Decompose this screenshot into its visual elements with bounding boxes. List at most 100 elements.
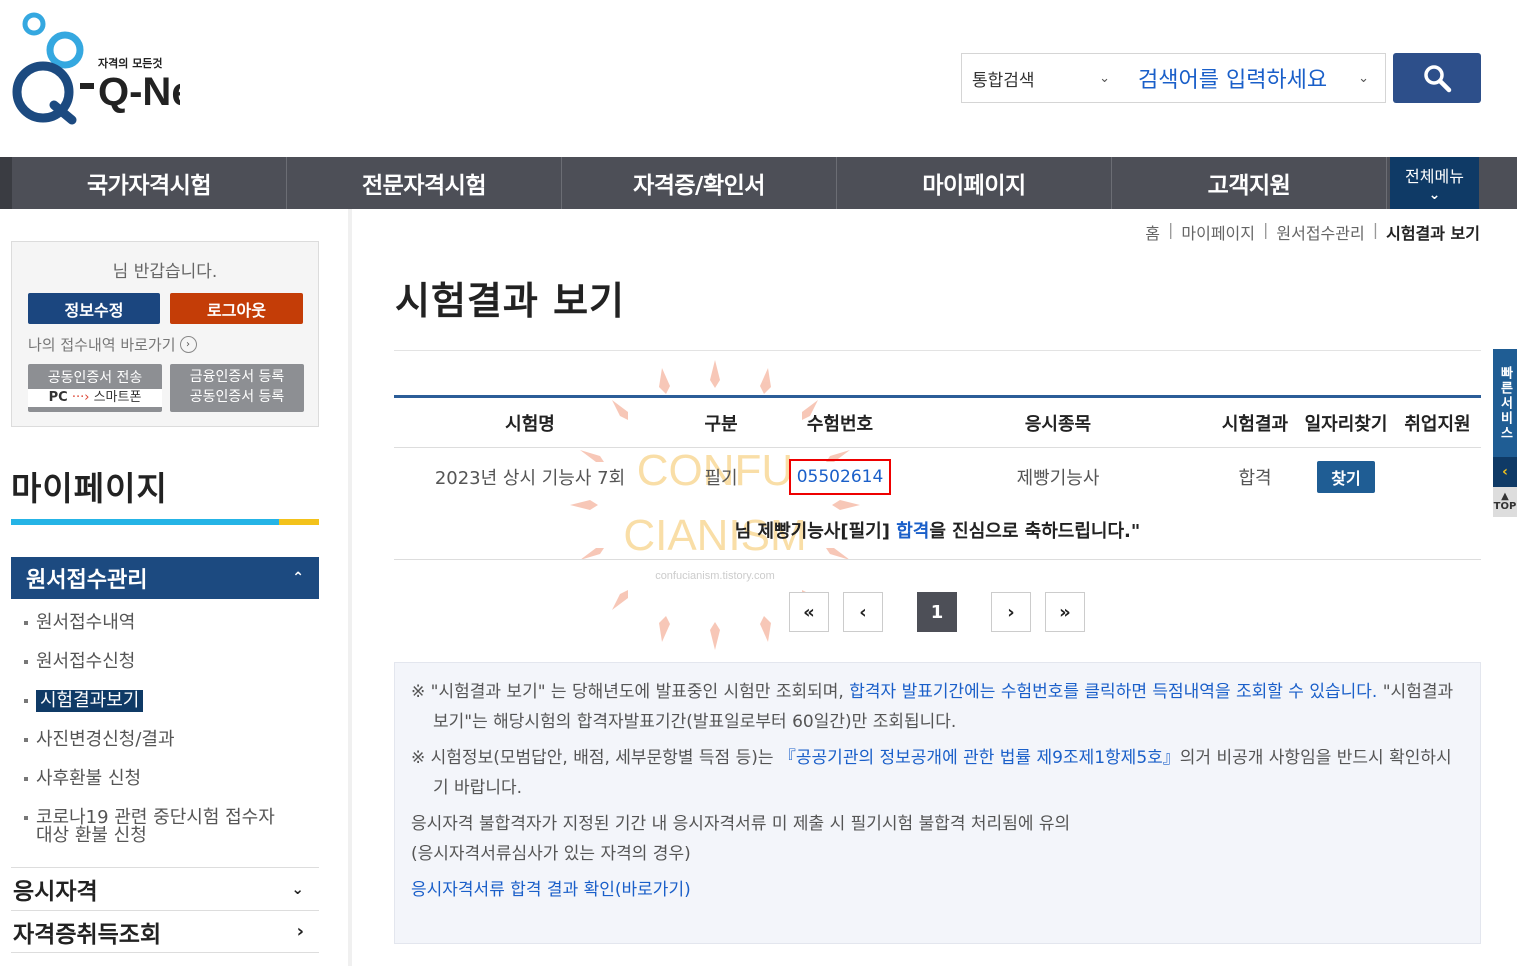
fin-cert-label: 금융인증서 등록 — [189, 369, 285, 386]
lnb-sub-exam-result[interactable]: 시험결과보기 — [24, 690, 144, 712]
pager-prev[interactable]: ‹ — [843, 592, 883, 632]
th-job-search: 일자리찾기 — [1304, 414, 1388, 435]
notice-1a: ※ "시험결과 보기" 는 당해년도에 발표중인 시험만 조회되며, — [411, 682, 850, 702]
gnb-certificate[interactable]: 자격증/확인서 — [562, 157, 837, 209]
svg-text:confucianism.tistory.com: confucianism.tistory.com — [655, 570, 775, 582]
lnb-sub-label: 원서접수신청 — [36, 651, 136, 672]
td-subject: 제빵기능사 — [1016, 467, 1100, 489]
content-divider — [348, 209, 352, 966]
lnb-sub-label: 원서접수내역 — [36, 612, 136, 633]
bullet-icon — [24, 816, 28, 820]
lnb-sub-apply-request[interactable]: 원서접수신청 — [24, 653, 135, 671]
breadcrumb-current: 시험결과 보기 — [1386, 224, 1480, 243]
lnb-sub-label: 시험결과보기 — [36, 690, 144, 712]
lnb-sub-photo-change[interactable]: 사진변경신청/결과 — [24, 731, 175, 749]
all-menu-button[interactable]: 전체메뉴 ⌄ — [1390, 157, 1479, 209]
td-job-search-cell: 찾기 — [1298, 448, 1394, 505]
pc-to-phone-row: PC ···› 스마트폰 — [28, 388, 162, 407]
lnb-sub-refund[interactable]: 사후환불 신청 — [24, 770, 141, 788]
th-exam-name: 시험명 — [505, 414, 555, 435]
lnb-sub-label: 사진변경신청/결과 — [36, 729, 175, 750]
search-scope-label: 통합검색 — [972, 70, 1035, 91]
my-apply-label: 나의 접수내역 바로가기 — [28, 336, 176, 354]
svg-text:자격의 모든것: 자격의 모든것 — [98, 56, 163, 70]
bullet-icon — [24, 621, 28, 625]
find-job-button[interactable]: 찾기 — [1317, 460, 1375, 493]
notice-1b: 합격자 발표기간에는 수험번호를 클릭하면 득점내역을 조회할 수 있습니다. — [849, 682, 1378, 702]
logout-button[interactable]: 로그아웃 — [170, 293, 303, 324]
lnb-sub-label: 사후환불 신청 — [36, 768, 142, 789]
lnb-eligibility-label: 응시자격 — [13, 879, 98, 905]
td-result: 합격 — [1238, 467, 1272, 489]
notice-item-3: 응시자격 불합격자가 지정된 기간 내 응시자격서류 미 제출 시 필기시험 불… — [411, 814, 1071, 834]
cert-transfer-label: 공동인증서 전송 — [47, 370, 143, 387]
section-title: 마이페이지 — [11, 469, 168, 508]
svg-text:Q-Net: Q-Net — [98, 70, 180, 114]
td-exam-number-cell: 05502614 — [776, 448, 904, 505]
chevron-up-icon: ⌃ — [292, 570, 304, 586]
to-top-label: TOP — [1493, 501, 1517, 512]
gnb-national-exam[interactable]: 국가자격시험 — [12, 157, 287, 209]
td-type: 필기 — [704, 467, 738, 489]
breadcrumb-apply[interactable]: 원서접수관리 — [1276, 220, 1364, 244]
lnb-sub-apply-history[interactable]: 원서접수내역 — [24, 614, 135, 632]
lnb-apply-label: 원서접수관리 — [26, 568, 148, 593]
bullet-icon — [24, 738, 28, 742]
lnb-sub-covid-refund[interactable]: 코로나19 관련 중단시험 접수자 대상 환불 신청 — [24, 809, 275, 845]
quick-service-label[interactable]: 빠른서비스 — [1493, 349, 1517, 457]
joint-cert-label: 공동인증서 등록 — [189, 389, 285, 405]
gnb-right-edge — [1479, 157, 1517, 209]
search-input[interactable]: 검색어를 입력하세요 ⌄ — [1122, 54, 1385, 102]
my-apply-link[interactable]: 나의 접수내역 바로가기 › — [28, 334, 197, 355]
chevron-right-icon: › — [296, 921, 304, 942]
lnb-certificate-lookup[interactable]: 자격증취득조회 › — [11, 910, 319, 953]
gnb-professional-exam[interactable]: 전문자격시험 — [287, 157, 562, 209]
chevron-down-icon: ⌄ — [1099, 70, 1110, 86]
breadcrumb-home[interactable]: 홈 — [1145, 220, 1160, 244]
lnb-eligibility[interactable]: 응시자격 ⌄ — [11, 867, 319, 910]
th-type: 구분 — [704, 414, 738, 435]
cert-transfer-button[interactable]: 공동인증서 전송 PC ···› 스마트폰 — [28, 364, 162, 412]
notice-2b: 『공공기관의 정보공개에 관한 법률 제9조제1항제5호』 — [778, 748, 1180, 768]
search-box: 통합검색 ⌄ 검색어를 입력하세요 ⌄ — [961, 53, 1386, 103]
lnb-certificate-label: 자격증취득조회 — [13, 921, 162, 948]
breadcrumb: 홈 | 마이페이지 | 원서접수관리 | 시험결과 보기 — [1145, 220, 1480, 244]
pager-next[interactable]: › — [991, 592, 1031, 632]
table-row: 2023년 상시 기능사 7회 필기 05502614 제빵기능사 합격 찾기 — [394, 448, 1481, 505]
fin-cert-button[interactable]: 금융인증서 등록 공동인증서 등록 — [170, 364, 304, 412]
breadcrumb-mypage[interactable]: 마이페이지 — [1181, 220, 1255, 244]
breadcrumb-separator: | — [1263, 220, 1269, 239]
pager-current[interactable]: 1 — [917, 592, 957, 632]
all-menu-label: 전체메뉴 — [1405, 167, 1464, 186]
notice-item-2: ※ 시험정보(모범답안, 배점, 세부문항별 득점 등)는 『공공기관의 정보공… — [411, 743, 1464, 803]
chevron-down-icon: ⌄ — [291, 880, 304, 898]
to-top-button[interactable]: ▲ TOP — [1493, 487, 1517, 517]
gnb-mypage[interactable]: 마이페이지 — [837, 157, 1112, 209]
lnb-apply-management[interactable]: 원서접수관리 ⌃ — [11, 557, 319, 599]
th-employment: 취업지원 — [1404, 414, 1471, 435]
greeting: 님 반갑습니다. — [112, 262, 218, 282]
chevron-left-icon[interactable]: ‹ — [1493, 457, 1517, 487]
search-button[interactable] — [1393, 53, 1481, 103]
chevron-down-icon: ⌄ — [1358, 70, 1369, 86]
pager-last[interactable]: » — [1045, 592, 1085, 632]
chevron-right-icon: › — [179, 336, 197, 353]
th-exam-number: 수험번호 — [806, 414, 874, 435]
notice-box: ※ "시험결과 보기" 는 당해년도에 발표중인 시험만 조회되며, 합격자 발… — [394, 662, 1481, 944]
edit-info-button[interactable]: 정보수정 — [28, 293, 160, 324]
congrats-pass: 합격 — [896, 521, 930, 542]
arrow-right-icon: ···› — [71, 389, 90, 405]
qnet-logo[interactable]: Q-Net 자격의 모든것 — [10, 10, 207, 125]
search-scope-select[interactable]: 통합검색 ⌄ — [962, 54, 1122, 102]
gnb-support[interactable]: 고객지원 — [1112, 157, 1387, 209]
quick-service: 빠른서비스 ‹ ▲ TOP — [1493, 349, 1517, 517]
breadcrumb-separator: | — [1372, 220, 1379, 239]
eligibility-result-link[interactable]: 응시자격서류 합격 결과 확인(바로가기) — [411, 880, 691, 900]
exam-number-link[interactable]: 05502614 — [788, 458, 892, 495]
pager-first[interactable]: « — [789, 592, 829, 632]
table-header-row: 시험명 구분 수험번호 응시종목 시험결과 일자리찾기 취업지원 — [394, 398, 1481, 448]
title-divider — [394, 350, 1481, 351]
congrats-post: 을 진심으로 축하드립니다." — [929, 521, 1141, 542]
gnb-left-edge — [0, 157, 12, 209]
global-nav: 국가자격시험 전문자격시험 자격증/확인서 마이페이지 고객지원 전체메뉴 ⌄ — [0, 157, 1517, 209]
